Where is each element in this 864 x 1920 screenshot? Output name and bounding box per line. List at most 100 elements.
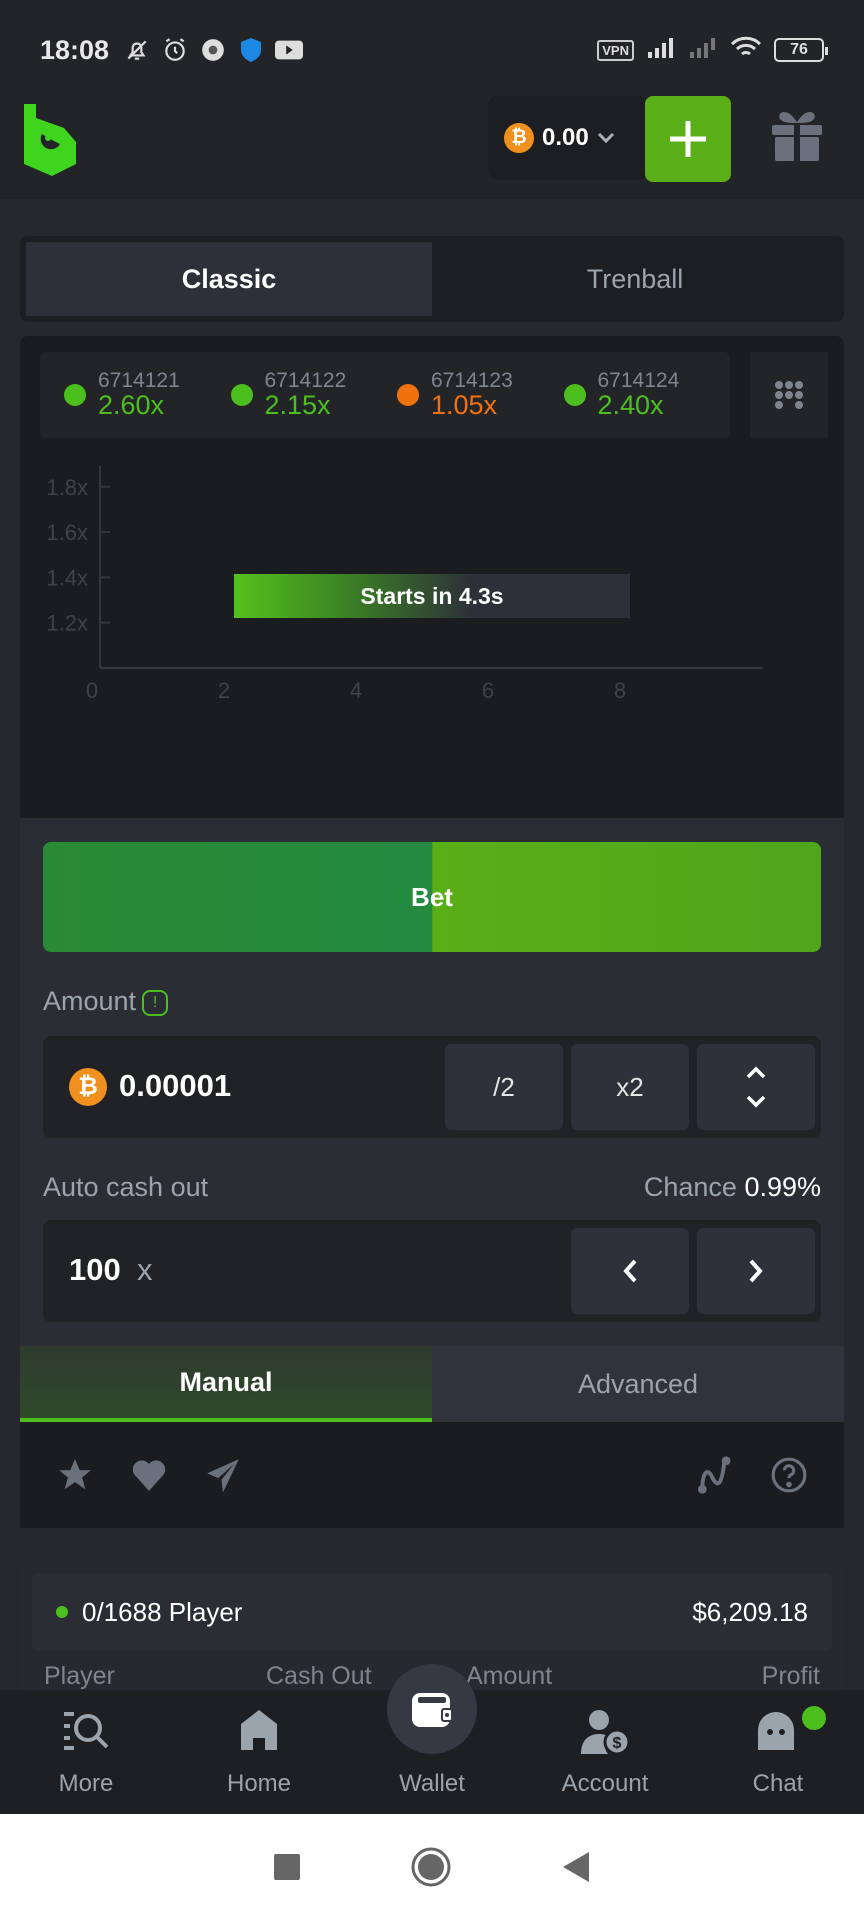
- column-player: Player: [44, 1662, 115, 1690]
- help-icon[interactable]: [770, 1456, 808, 1494]
- round-multiplier: 2.40x: [597, 389, 664, 420]
- double-button[interactable]: x2: [571, 1044, 689, 1130]
- wallet-icon: [412, 1693, 453, 1727]
- total-amount: $6,209.18: [692, 1596, 808, 1627]
- bet-mode-tabs: Manual Advanced: [20, 1346, 844, 1422]
- vpn-icon: VPN: [597, 39, 634, 61]
- round-id: 6714121: [98, 368, 180, 392]
- chat-notification-badge: [802, 1706, 826, 1730]
- tab-manual[interactable]: Manual: [20, 1346, 432, 1422]
- bet-button[interactable]: Bet: [43, 842, 821, 952]
- alarm-icon: [161, 36, 189, 64]
- x-tick-label: 0: [86, 678, 98, 703]
- grid-icon: [775, 381, 803, 409]
- chevron-down-icon: [597, 128, 615, 149]
- amount-range-button[interactable]: [697, 1044, 815, 1130]
- status-bar: 18:08 VPN 76: [0, 0, 864, 100]
- trend-icon[interactable]: [696, 1456, 734, 1494]
- round-id: 6714123: [431, 368, 513, 392]
- decrease-cashout-button[interactable]: [571, 1228, 689, 1314]
- star-icon[interactable]: [56, 1456, 94, 1494]
- balance-value: 0.00: [542, 124, 589, 151]
- cashout-suffix: x: [137, 1252, 153, 1287]
- history-grid-button[interactable]: [750, 352, 828, 438]
- nav-label: Home: [226, 1770, 292, 1797]
- round-id: 6714122: [264, 368, 347, 392]
- round-id: 6714124: [597, 368, 680, 392]
- nav-label: More: [58, 1770, 114, 1797]
- tab-trenball[interactable]: Trenball: [432, 242, 838, 316]
- plus-icon: [670, 121, 706, 157]
- history-item[interactable]: 6714123 1.05x: [397, 370, 564, 421]
- x-tick-label: 6: [482, 678, 494, 703]
- nav-label: Account: [561, 1770, 649, 1797]
- nav-chat[interactable]: Chat: [708, 1690, 848, 1814]
- players-summary: 0/1688 Player $6,209.18: [32, 1574, 832, 1650]
- svg-text:$: $: [613, 1735, 622, 1752]
- gift-icon[interactable]: [770, 110, 824, 167]
- bell-off-icon: [123, 36, 151, 64]
- half-button[interactable]: /2: [445, 1044, 563, 1130]
- home-circle-icon[interactable]: [411, 1847, 451, 1887]
- amount-label: Amount!: [43, 986, 169, 1017]
- round-history: 6714121 2.60x 6714122 2.15x 6714123 1.05x 6…: [40, 352, 730, 438]
- x-tick-label: 2: [218, 678, 230, 703]
- balance-selector[interactable]: ₿ 0.00: [488, 96, 648, 180]
- nav-account[interactable]: $ Account: [535, 1690, 675, 1814]
- round-multiplier: 2.60x: [98, 389, 165, 420]
- history-item[interactable]: 6714122 2.15x: [230, 368, 398, 421]
- online-dot: [56, 1606, 68, 1618]
- status-dot: [397, 384, 419, 406]
- heart-icon[interactable]: [130, 1456, 168, 1494]
- bitcoin-icon: ₿: [69, 1068, 107, 1106]
- round-multiplier: 2.15x: [264, 389, 331, 420]
- column-profit: Profit: [761, 1662, 820, 1690]
- wallet-button[interactable]: [387, 1664, 477, 1754]
- column-cashout: Cash Out: [266, 1662, 372, 1690]
- tab-classic[interactable]: Classic: [26, 242, 432, 316]
- history-item[interactable]: 6714124 2.40x: [563, 368, 731, 421]
- bet-panel: Bet Amount! ₿ 0.00001 /2 x2 Auto cash ou…: [20, 818, 844, 1528]
- chevron-up-down-icon: [746, 1066, 766, 1108]
- search-list-icon: [64, 1712, 109, 1750]
- battery-icon: 76: [774, 38, 828, 62]
- recents-icon[interactable]: [273, 1853, 301, 1881]
- clock: 18:08: [40, 34, 110, 65]
- history-item[interactable]: 6714121 2.60x: [64, 370, 231, 421]
- player-count: 0/1688 Player: [82, 1596, 243, 1627]
- amount-label-text: Amount: [43, 986, 137, 1016]
- status-dot: [64, 384, 86, 406]
- chrome-icon: [199, 36, 227, 64]
- signal-off-icon: [688, 36, 718, 65]
- tab-advanced[interactable]: Advanced: [432, 1346, 844, 1422]
- nav-label: Wallet: [399, 1770, 465, 1797]
- youtube-icon: [275, 36, 304, 64]
- auto-cashout-label: Auto cash out: [43, 1172, 209, 1202]
- info-icon[interactable]: !: [142, 989, 169, 1016]
- share-icon[interactable]: [204, 1456, 242, 1494]
- app-header: [0, 100, 864, 198]
- nav-more[interactable]: More: [16, 1690, 156, 1814]
- y-tick-label: 1.6x: [46, 520, 88, 545]
- amount-input[interactable]: ₿ 0.00001 /2 x2: [43, 1036, 821, 1138]
- y-tick-label: 1.2x: [46, 611, 88, 636]
- countdown-bar: Starts in 4.3s: [234, 574, 630, 618]
- game-mode-tabs: Classic Trenball: [20, 236, 844, 322]
- deposit-button[interactable]: [645, 96, 731, 182]
- logo[interactable]: [22, 104, 78, 181]
- signal-icon: [646, 36, 676, 65]
- back-icon[interactable]: [561, 1851, 591, 1883]
- status-dot: [563, 384, 586, 406]
- bitcoin-icon: ₿: [504, 123, 534, 153]
- x-tick-label: 8: [614, 678, 626, 703]
- cashout-value[interactable]: 100: [69, 1252, 121, 1288]
- round-multiplier: 1.05x: [431, 389, 498, 420]
- y-tick-label: 1.4x: [46, 565, 88, 590]
- auto-cashout-input[interactable]: 100 x: [43, 1220, 821, 1322]
- increase-cashout-button[interactable]: [697, 1228, 815, 1314]
- column-amount: Amount: [466, 1662, 553, 1690]
- amount-value[interactable]: 0.00001: [119, 1068, 231, 1104]
- wifi-icon: [730, 35, 762, 66]
- chevron-left-icon: [623, 1259, 637, 1283]
- nav-home[interactable]: Home: [189, 1690, 329, 1814]
